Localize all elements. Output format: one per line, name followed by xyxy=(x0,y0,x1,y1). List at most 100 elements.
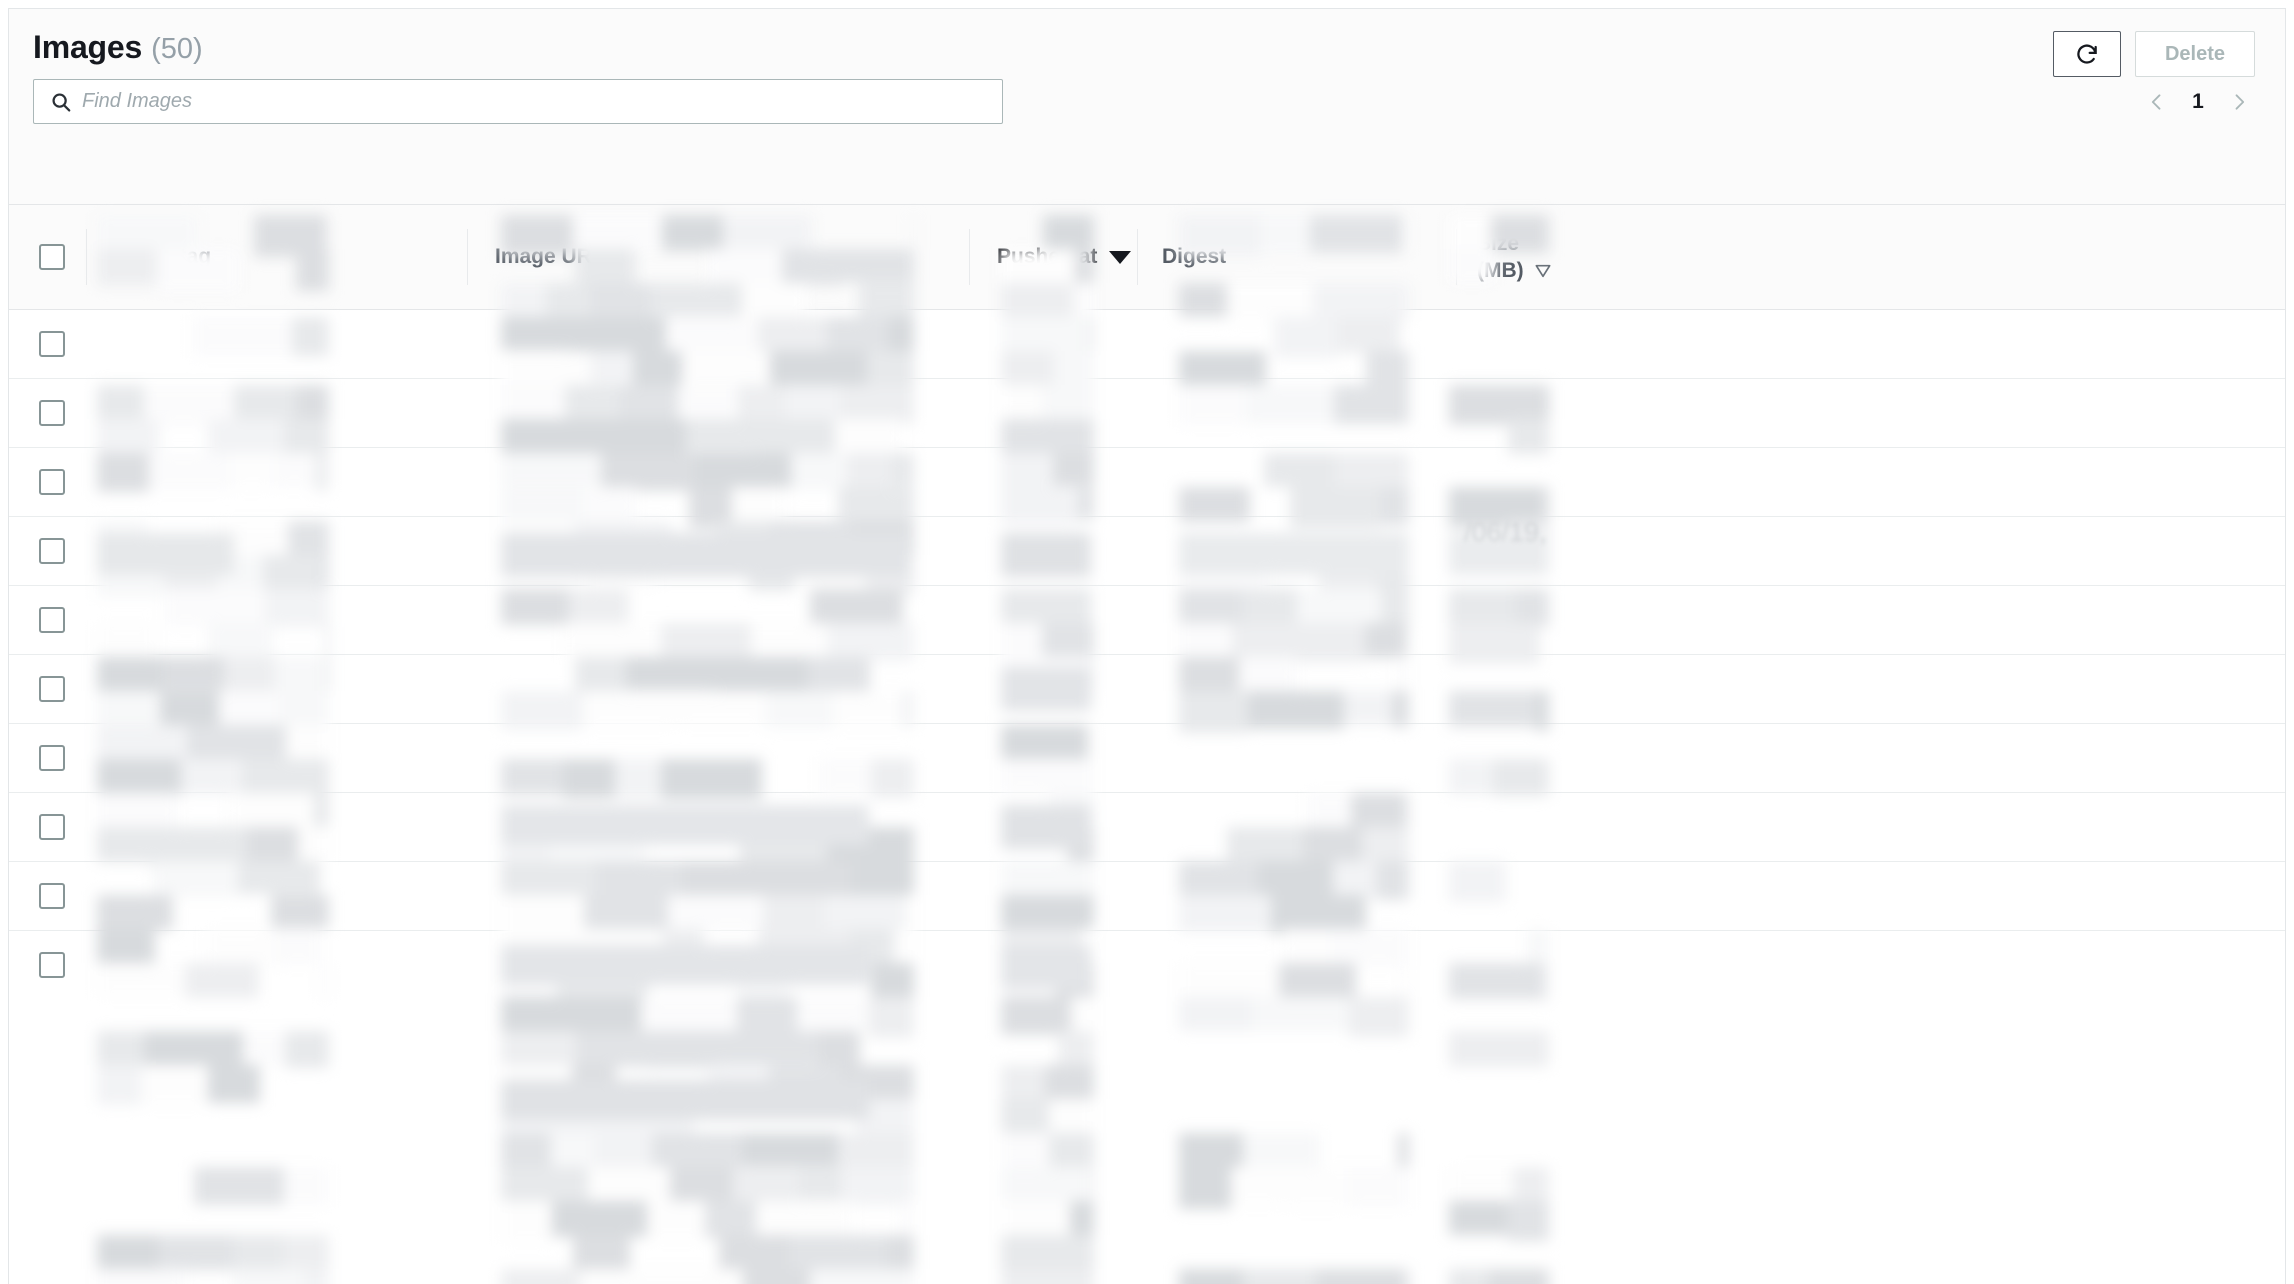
row-select-cell xyxy=(39,952,65,978)
redaction-block xyxy=(159,1235,233,1270)
table-row[interactable] xyxy=(9,654,2285,723)
redaction-block xyxy=(501,1133,551,1167)
redaction-block xyxy=(1045,1065,1094,1104)
redaction-block xyxy=(1001,1065,1045,1100)
images-card: Images (50) Delete xyxy=(8,8,2286,1284)
row-checkbox[interactable] xyxy=(39,469,65,495)
redaction-block xyxy=(1001,1269,1094,1284)
redaction-block xyxy=(501,1080,869,1120)
row-checkbox[interactable] xyxy=(39,607,65,633)
row-checkbox[interactable] xyxy=(39,331,65,357)
row-checkbox[interactable] xyxy=(39,883,65,909)
table-row[interactable] xyxy=(9,378,2285,447)
redaction-block xyxy=(1398,1133,1409,1168)
page-title-text: Images xyxy=(33,29,143,65)
column-separator xyxy=(86,229,87,285)
redaction-block xyxy=(1049,1099,1094,1137)
search-input[interactable] xyxy=(82,80,934,123)
row-checkbox[interactable] xyxy=(39,676,65,702)
redaction-block xyxy=(1401,1269,1409,1284)
column-header-image-tag[interactable]: Image tag xyxy=(113,205,211,309)
redaction-block xyxy=(717,1031,818,1064)
redaction-block xyxy=(743,1269,810,1284)
row-checkbox[interactable] xyxy=(39,745,65,771)
row-checkbox[interactable] xyxy=(39,538,65,564)
redaction-block xyxy=(572,1065,616,1098)
redaction-block xyxy=(887,1235,914,1271)
redaction-block xyxy=(304,1269,329,1284)
redaction-block xyxy=(501,1099,602,1136)
redaction-block xyxy=(1049,1133,1094,1167)
redaction-block xyxy=(97,1269,184,1284)
redaction-block xyxy=(1001,1099,1049,1139)
row-checkbox[interactable] xyxy=(39,400,65,426)
redaction-block xyxy=(594,1133,652,1172)
redaction-block xyxy=(243,1031,285,1066)
table-toolbar: Images (50) Delete xyxy=(9,9,2285,205)
redaction-block xyxy=(285,1031,329,1068)
table-row[interactable] xyxy=(9,585,2285,654)
redaction-block xyxy=(737,997,797,1037)
pagination-current-page[interactable]: 1 xyxy=(2191,90,2205,114)
row-select-cell xyxy=(39,745,65,771)
column-header-image-uri[interactable]: Image URI xyxy=(495,205,598,309)
column-separator xyxy=(969,229,970,285)
row-select-cell xyxy=(39,814,65,840)
table-header: Image tag Image URI Pushed at Digest Siz… xyxy=(9,205,2285,309)
redaction-block xyxy=(1092,1167,1094,1206)
redaction-block xyxy=(233,1269,304,1284)
redaction-block xyxy=(141,1065,208,1107)
redaction-block xyxy=(284,1167,329,1205)
column-header-size-mb[interactable]: Size (MB) xyxy=(1477,205,1552,309)
redaction-block xyxy=(501,1269,580,1284)
redaction-block xyxy=(719,1235,789,1276)
redaction-block xyxy=(1001,1133,1049,1166)
redaction-block xyxy=(838,1133,914,1167)
column-header-label: Digest xyxy=(1162,245,1227,269)
column-header-label: Size (MB) xyxy=(1477,230,1552,285)
column-header-digest[interactable]: Digest xyxy=(1162,205,1226,309)
refresh-button[interactable] xyxy=(2053,31,2121,77)
redaction-block xyxy=(648,1031,717,1068)
redaction-block xyxy=(705,1201,756,1238)
redaction-block xyxy=(799,1167,841,1200)
redaction-block xyxy=(818,1031,860,1072)
row-checkbox[interactable] xyxy=(39,814,65,840)
redaction-block xyxy=(602,1099,694,1134)
redaction-block xyxy=(789,1235,887,1270)
redaction-block xyxy=(576,1031,648,1067)
page-title: Images (50) xyxy=(33,29,203,66)
redaction-block xyxy=(1243,1269,1316,1284)
redaction-block xyxy=(1001,997,1071,1035)
redaction-block xyxy=(97,1065,141,1105)
table-row[interactable] xyxy=(9,792,2285,861)
redaction-block xyxy=(1513,1167,1549,1208)
column-header-pushed-at[interactable]: Pushed at xyxy=(997,205,1132,309)
chevron-right-icon[interactable] xyxy=(2229,92,2249,112)
redaction-block xyxy=(653,1269,743,1284)
redaction-block xyxy=(283,1235,329,1272)
redaction-block xyxy=(1001,1235,1094,1277)
redaction-block xyxy=(733,1167,799,1202)
table-row[interactable] xyxy=(9,309,2285,378)
table-row[interactable] xyxy=(9,723,2285,792)
table-row[interactable] xyxy=(9,861,2285,930)
table-row[interactable] xyxy=(9,516,2285,585)
redaction-block xyxy=(647,1201,705,1240)
redaction-block xyxy=(97,1235,159,1271)
column-separator xyxy=(1137,229,1138,285)
redaction-block xyxy=(839,1065,914,1103)
redaction-block xyxy=(1284,1167,1348,1209)
redaction-block xyxy=(1508,1201,1549,1241)
search-box[interactable] xyxy=(33,79,1003,124)
select-all-checkbox[interactable] xyxy=(39,244,65,270)
redaction-block xyxy=(756,1201,853,1234)
column-separator xyxy=(467,229,468,285)
redaction-block xyxy=(551,1133,594,1171)
refresh-icon xyxy=(2077,44,2097,64)
table-row[interactable] xyxy=(9,447,2285,516)
table-row[interactable] xyxy=(9,930,2285,999)
chevron-left-icon[interactable] xyxy=(2147,92,2167,112)
row-checkbox[interactable] xyxy=(39,952,65,978)
delete-button[interactable]: Delete xyxy=(2135,31,2255,77)
